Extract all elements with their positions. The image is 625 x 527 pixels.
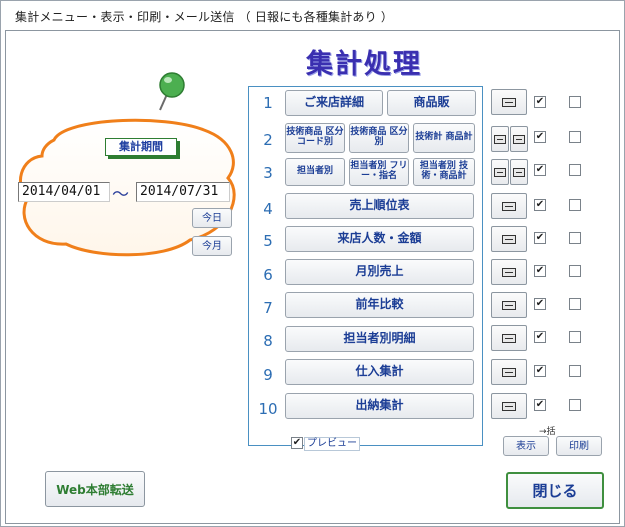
report-cash-button[interactable]: 出納集計 (285, 393, 474, 419)
report-product-sales-button[interactable]: 商品販 (387, 90, 476, 116)
preview-button-row-2b[interactable] (510, 126, 528, 152)
send-checkbox-row-3[interactable] (569, 164, 581, 176)
preview-window-icon (502, 367, 516, 377)
row-number: 10 (258, 400, 278, 418)
preview-window-icon (494, 134, 506, 144)
send-checkbox-row-2[interactable] (569, 131, 581, 143)
row-number: 5 (263, 232, 273, 250)
preview-checkbox-row-10[interactable]: ✔ (534, 399, 546, 411)
preview-window-icon (502, 401, 516, 411)
send-checkbox-row-1[interactable] (569, 96, 581, 108)
web-transfer-button[interactable]: Web本部転送 (45, 471, 145, 507)
preview-checkbox-row-4[interactable]: ✔ (534, 199, 546, 211)
preview-window-icon (502, 97, 516, 107)
send-checkbox-row-10[interactable] (569, 399, 581, 411)
row-number: 9 (263, 366, 273, 384)
window-title: 集計メニュー・表示・印刷・メール送信 （ 日報にも各種集計あり ） (15, 10, 394, 24)
report-staff-tech-product-button[interactable]: 担当者別 技術・商品計 (413, 158, 475, 186)
preview-button-row-10[interactable] (491, 393, 527, 419)
bulk-print-button[interactable]: 印刷 (556, 436, 602, 456)
preview-checkbox-row-2[interactable]: ✔ (534, 131, 546, 143)
report-staff-free-nominated-button[interactable]: 担当者別 フリー・指名 (349, 158, 409, 186)
report-monthly-sales-button[interactable]: 月別売上 (285, 259, 474, 285)
send-checkbox-row-4[interactable] (569, 199, 581, 211)
send-checkbox-row-8[interactable] (569, 331, 581, 343)
report-tech-product-total-button[interactable]: 技術計 商品計 (413, 123, 475, 153)
send-checkbox-row-5[interactable] (569, 232, 581, 244)
report-visit-detail-button[interactable]: ご来店詳細 (285, 90, 383, 116)
preview-window-icon (502, 267, 516, 277)
preview-checkbox-row-6[interactable]: ✔ (534, 265, 546, 277)
bulk-show-button[interactable]: 表示 (503, 436, 549, 456)
preview-button-row-2a[interactable] (491, 126, 509, 152)
preview-checkbox-row-7[interactable]: ✔ (534, 298, 546, 310)
report-tech-product-category-button[interactable]: 技術商品 区分別 (349, 123, 409, 153)
period-label: 集計期間 (105, 138, 177, 156)
map-pin-icon (159, 72, 185, 111)
preview-checkbox-row-8[interactable]: ✔ (534, 331, 546, 343)
send-checkbox-row-6[interactable] (569, 265, 581, 277)
preview-button-row-4[interactable] (491, 193, 527, 219)
preview-window-icon (502, 333, 516, 343)
report-staff-detail-button[interactable]: 担当者別明細 (285, 326, 474, 352)
this-month-button[interactable]: 今月 (192, 236, 232, 256)
report-year-comparison-button[interactable]: 前年比較 (285, 292, 474, 318)
preview-button-row-1[interactable] (491, 89, 527, 115)
preview-window-icon (494, 167, 506, 177)
preview-button-row-5[interactable] (491, 226, 527, 252)
preview-checkbox-row-3[interactable]: ✔ (534, 164, 546, 176)
preview-window-icon (502, 234, 516, 244)
preview-window-icon (513, 134, 525, 144)
preview-checkbox-row-9[interactable]: ✔ (534, 365, 546, 377)
title-bar: 集計メニュー・表示・印刷・メール送信 （ 日報にも各種集計あり ） (1, 1, 624, 29)
send-checkbox-row-9[interactable] (569, 365, 581, 377)
page-title: 集計処理 (306, 49, 422, 80)
preview-button-row-3b[interactable] (510, 159, 528, 185)
row-number: 1 (263, 94, 273, 112)
close-button[interactable]: 閉じる (506, 472, 604, 509)
start-date-field[interactable]: 2014/04/01 (18, 182, 110, 202)
preview-button-row-3a[interactable] (491, 159, 509, 185)
report-sales-ranking-button[interactable]: 売上順位表 (285, 193, 474, 219)
preview-toggle-label: プレビュー (304, 437, 360, 451)
report-tech-product-code-button[interactable]: 技術商品 区分コード別 (285, 123, 345, 153)
report-visitors-amount-button[interactable]: 来店人数・金額 (285, 226, 474, 252)
row-number: 8 (263, 332, 273, 350)
report-staff-button[interactable]: 担当者別 (285, 158, 345, 186)
preview-window-icon (502, 201, 516, 211)
preview-checkbox-row-5[interactable]: ✔ (534, 232, 546, 244)
row-number: 2 (263, 131, 273, 149)
row-number: 6 (263, 266, 273, 284)
end-date-field[interactable]: 2014/07/31 (136, 182, 230, 202)
row-number: 3 (263, 164, 273, 182)
row-number: 7 (263, 299, 273, 317)
preview-button-row-8[interactable] (491, 325, 527, 351)
preview-checkbox-row-1[interactable]: ✔ (534, 96, 546, 108)
preview-button-row-6[interactable] (491, 259, 527, 285)
preview-window-icon (502, 300, 516, 310)
preview-button-row-7[interactable] (491, 292, 527, 318)
report-purchase-button[interactable]: 仕入集計 (285, 359, 474, 385)
preview-window-icon (513, 167, 525, 177)
preview-toggle-checkbox[interactable]: ✔ (291, 437, 303, 449)
send-checkbox-row-7[interactable] (569, 298, 581, 310)
today-button[interactable]: 今日 (192, 208, 232, 228)
date-range-separator: ～ (112, 185, 129, 205)
row-number: 4 (263, 200, 273, 218)
preview-button-row-9[interactable] (491, 359, 527, 385)
